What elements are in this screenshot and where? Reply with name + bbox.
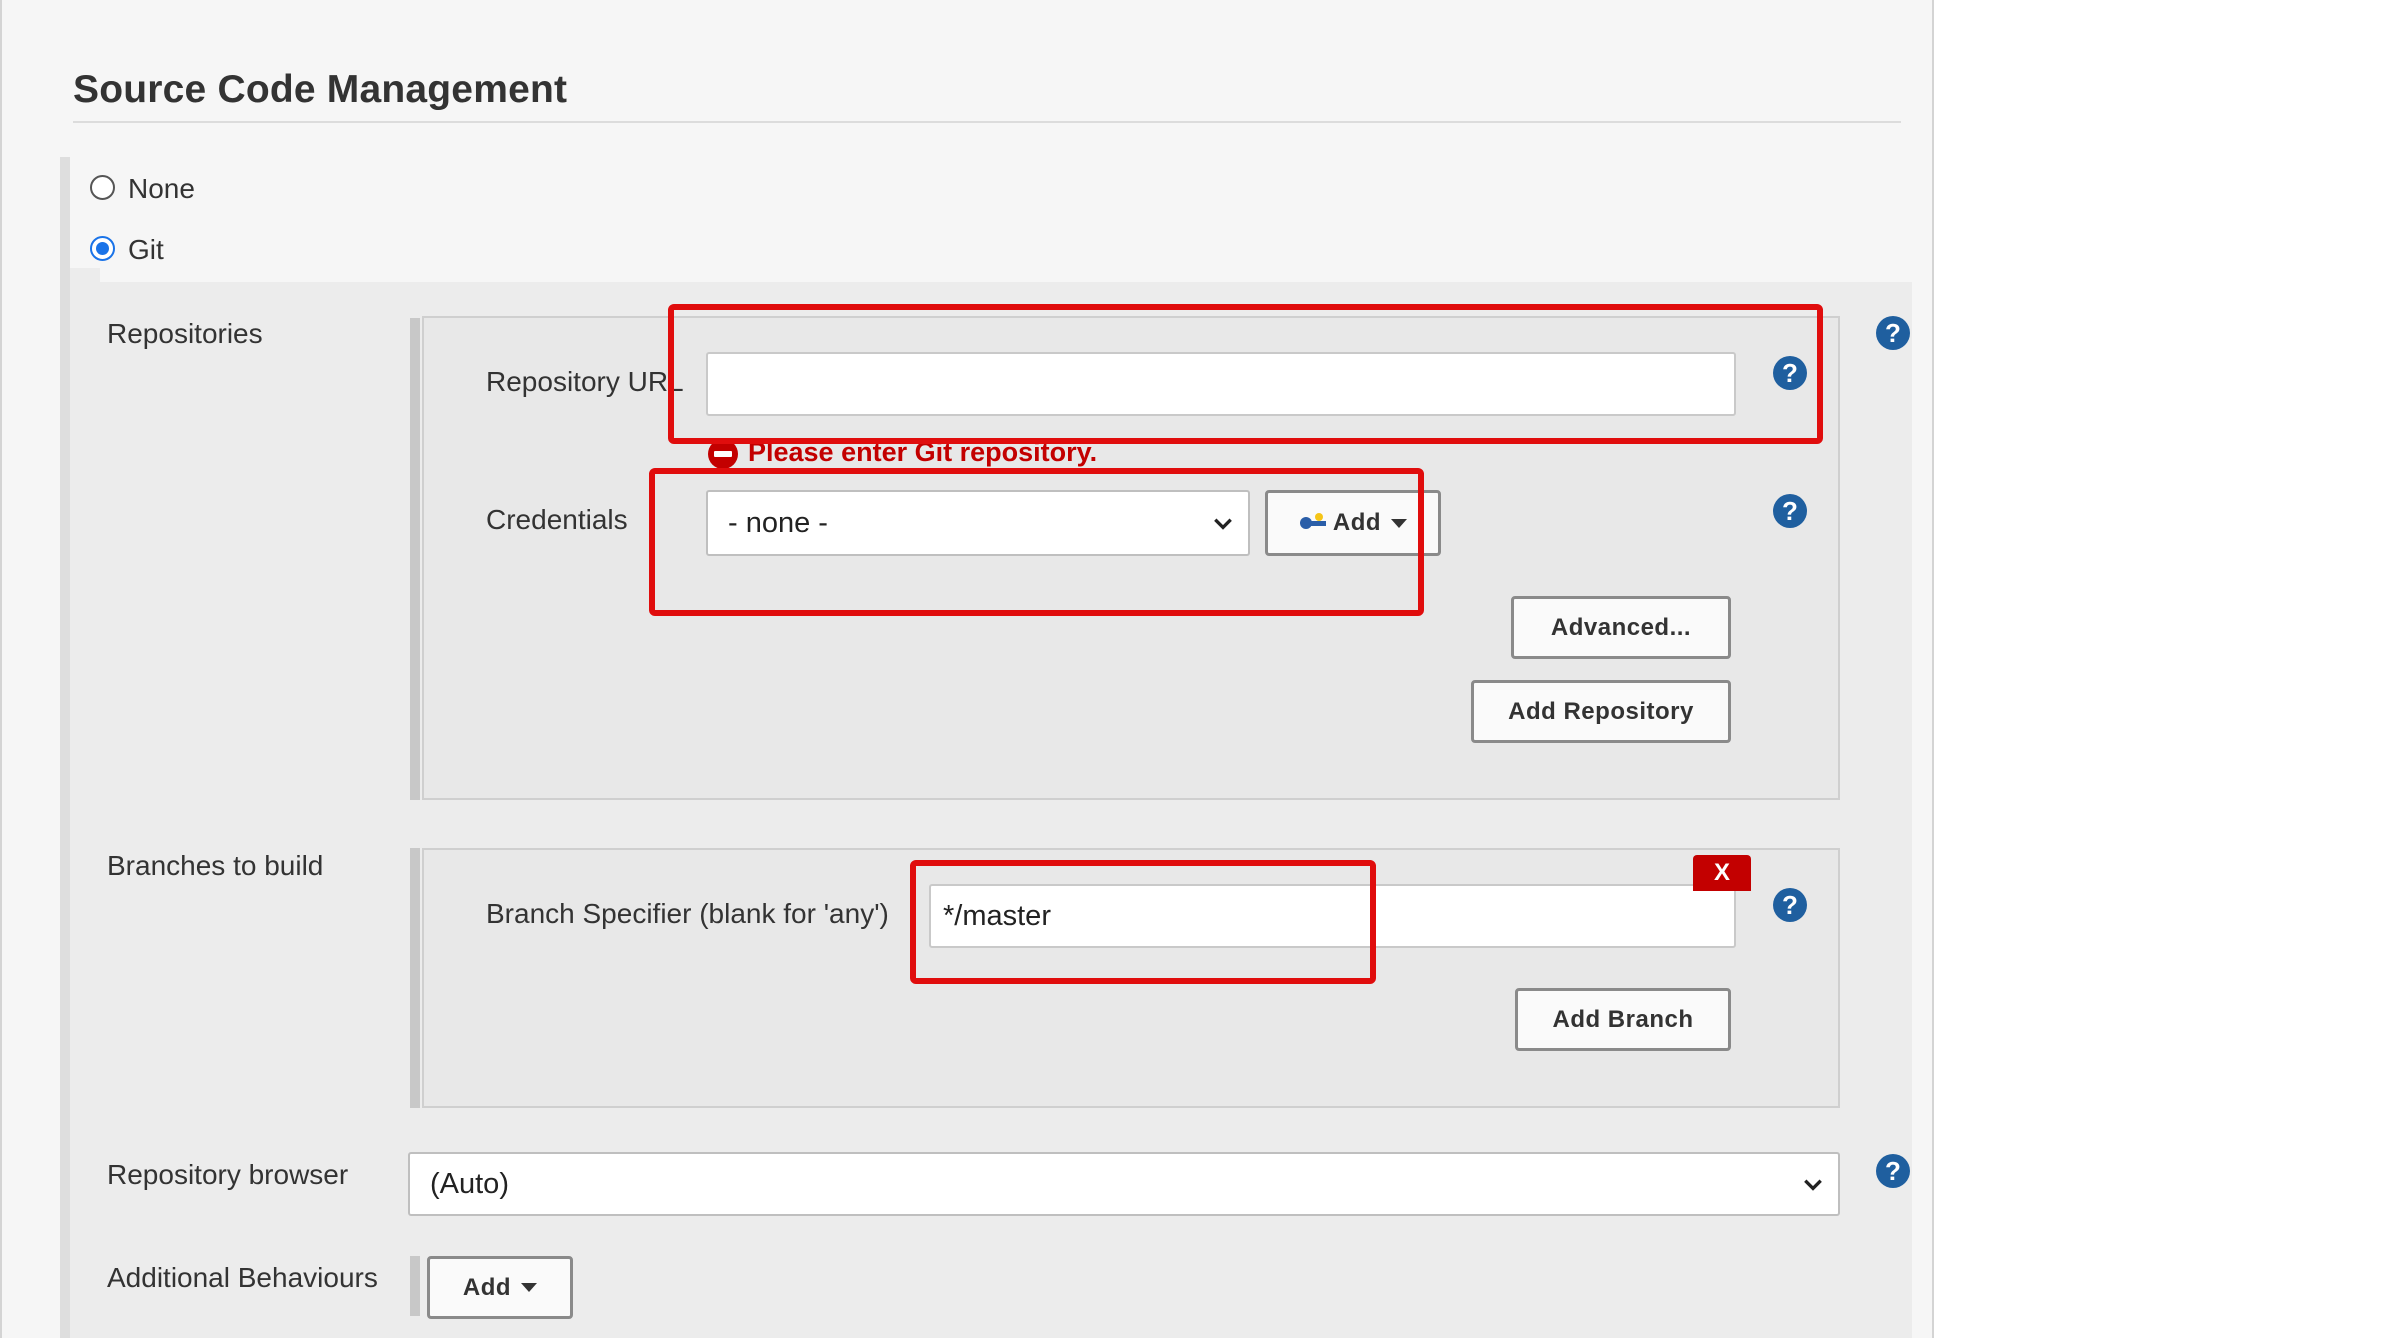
repositories-bar <box>410 318 420 800</box>
highlight-branch-specifier <box>910 860 1376 984</box>
delete-branch-button[interactable]: X <box>1693 855 1751 891</box>
branches-label: Branches to build <box>107 850 324 881</box>
advanced-button[interactable]: Advanced... <box>1511 596 1731 659</box>
credentials-label: Credentials <box>486 504 628 535</box>
scm-git-radio[interactable] <box>90 236 115 261</box>
section-title: Source Code Management <box>73 68 568 111</box>
repository-browser-selected-value: (Auto) <box>430 1167 509 1200</box>
highlight-credentials <box>649 468 1424 616</box>
additional-behaviours-bar <box>410 1256 420 1316</box>
branches-bar <box>410 848 420 1108</box>
branch-specifier-help-icon[interactable]: ? <box>1773 888 1807 922</box>
section-divider <box>73 121 1901 123</box>
highlight-repository-url <box>668 304 1823 444</box>
add-branch-button[interactable]: Add Branch <box>1515 988 1731 1051</box>
add-behaviour-button[interactable]: Add <box>427 1256 573 1319</box>
caret-down-icon <box>521 1283 538 1292</box>
scm-none-label[interactable]: None <box>128 173 195 205</box>
branch-specifier-label: Branch Specifier (blank for 'any') <box>486 898 889 929</box>
repositories-help-icon[interactable]: ? <box>1876 316 1910 350</box>
credentials-help-icon[interactable]: ? <box>1773 494 1807 528</box>
repository-browser-help-icon[interactable]: ? <box>1876 1154 1910 1188</box>
section-indent-bar <box>60 157 70 1338</box>
scm-none-radio[interactable] <box>90 175 115 200</box>
repositories-label: Repositories <box>107 318 263 349</box>
repository-browser-select[interactable]: (Auto) <box>408 1152 1840 1216</box>
repository-url-label: Repository URL <box>486 366 684 397</box>
add-behaviour-label: Add <box>462 1273 512 1301</box>
chevron-down-icon <box>1804 1179 1822 1191</box>
add-repository-button[interactable]: Add Repository <box>1471 680 1731 743</box>
git-block-top <box>70 268 100 282</box>
repository-browser-label: Repository browser <box>107 1159 349 1190</box>
additional-behaviours-label: Additional Behaviours <box>107 1262 378 1293</box>
scm-git-label[interactable]: Git <box>128 234 164 266</box>
